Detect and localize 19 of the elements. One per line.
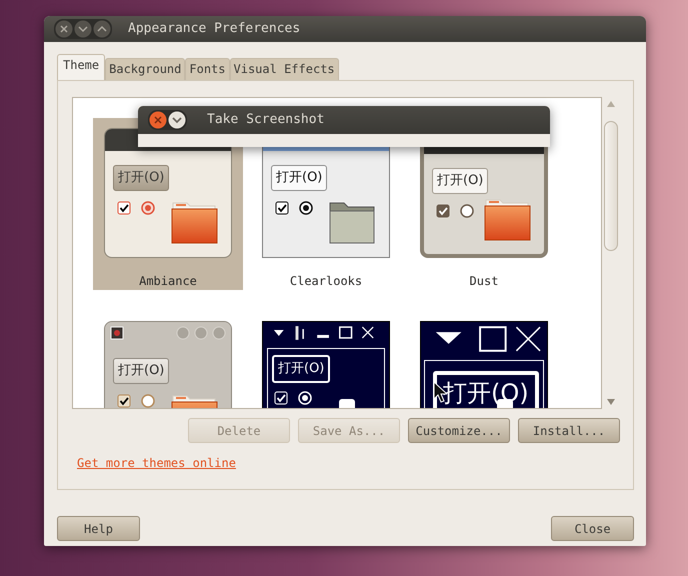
action-button[interactable]: Customize... [408,418,510,443]
tab[interactable]: Theme [57,54,106,80]
close-button[interactable]: Close [551,516,634,541]
theme-name: Ambiance [139,273,197,290]
tab[interactable]: Background [105,58,186,80]
theme-item[interactable]: 打开(O) [251,311,401,408]
help-button[interactable]: Help [57,516,140,541]
window-title: Appearance Preferences [128,20,300,38]
tab[interactable]: Fonts [185,58,230,80]
preview-button: 打开(O) [271,165,328,190]
preview-button: 打开(O) [113,358,170,384]
theme-item[interactable]: 打开(O) [93,311,243,408]
preview-button: 打开(O) [432,168,488,194]
action-button[interactable]: Install... [518,418,620,443]
preview-button: 打开(O) [272,355,330,382]
theme-name: Dust [470,273,498,290]
preview-button: 打开(O) [113,165,170,190]
theme-name: Clearlooks [290,273,362,290]
tab[interactable]: Visual Effects [230,58,339,80]
